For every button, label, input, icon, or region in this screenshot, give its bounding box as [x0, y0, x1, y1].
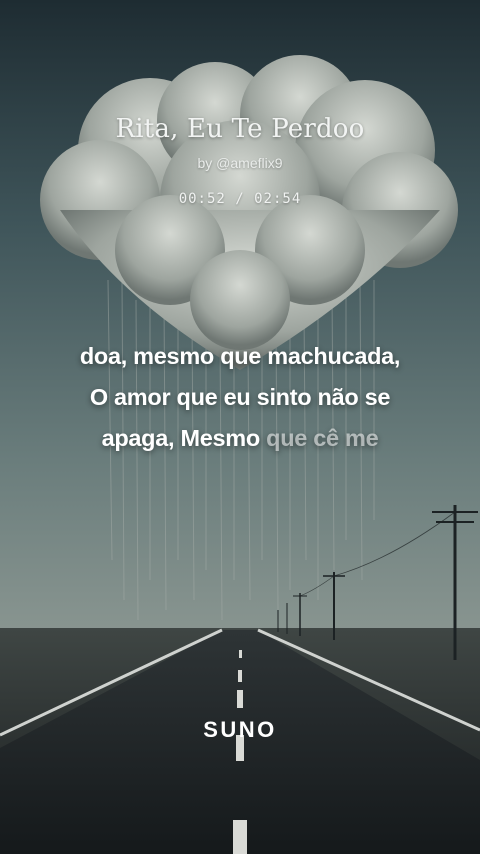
song-title: Rita, Eu Te Perdoo	[115, 114, 365, 144]
lyrics-panel: doa, mesmo que machucada, O amor que eu …	[0, 336, 480, 459]
artist-credit: by @ameflix9	[197, 155, 283, 171]
suno-logo: SUNO	[203, 717, 277, 742]
lyric-upcoming-text: que cê me	[266, 425, 379, 451]
lyric-sung-text: apaga, Mesmo	[101, 425, 261, 451]
lyric-line-current: apaga, Mesmo que cê me	[0, 418, 480, 459]
lyric-line: O amor que eu sinto não se	[89, 384, 391, 410]
playback-time: 00:52 / 02:54	[178, 191, 302, 207]
lyric-line: doa, mesmo que machucada,	[79, 343, 401, 369]
